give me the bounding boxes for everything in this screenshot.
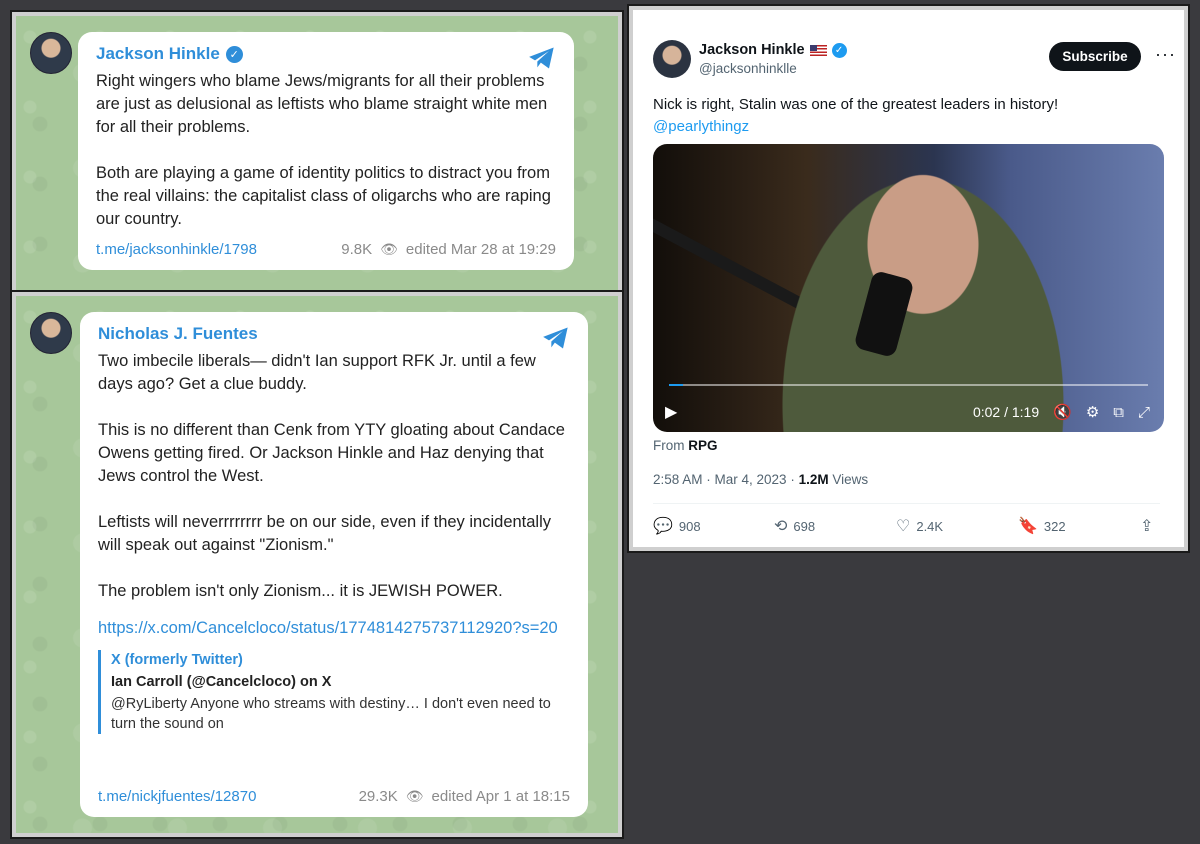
settings-icon[interactable]: ⚙ bbox=[1086, 403, 1099, 421]
video-player[interactable]: ▶ 0:02 / 1:19 🔇 ⚙ ⧉ ⤢ bbox=[653, 144, 1164, 432]
status-url[interactable]: https://x.com/Cancelcloco/status/1774814… bbox=[98, 617, 570, 640]
views-label: Views bbox=[828, 472, 869, 487]
play-icon[interactable]: ▶ bbox=[665, 402, 677, 422]
divider bbox=[653, 503, 1160, 504]
pip-icon[interactable]: ⧉ bbox=[1113, 404, 1124, 421]
repost-button[interactable]: ⟲ 698 bbox=[774, 516, 896, 536]
tweet-meta: 2:58 AM · Mar 4, 2023 · 1.2M Views bbox=[653, 472, 868, 487]
bookmark-button[interactable]: 🔖 322 bbox=[1018, 516, 1140, 536]
eye-icon: 👁 bbox=[405, 788, 424, 804]
verified-icon: ✓ bbox=[225, 45, 243, 63]
telegram-icon bbox=[529, 47, 554, 69]
avatar[interactable] bbox=[30, 312, 72, 354]
preview-title: Ian Carroll (@Cancelcloco) on X bbox=[111, 674, 332, 690]
from-source[interactable]: RPG bbox=[688, 438, 717, 453]
bookmark-icon: 🔖 bbox=[1018, 518, 1038, 535]
fullscreen-icon[interactable]: ⤢ bbox=[1138, 404, 1150, 421]
reply-button[interactable]: 💬 908 bbox=[653, 516, 774, 536]
author-handle[interactable]: @jacksonhinklle bbox=[699, 61, 797, 76]
message-link[interactable]: t.me/nickjfuentes/12870 bbox=[98, 788, 256, 805]
x-post-panel: Jackson Hinkle ✓ @jacksonhinklle Subscri… bbox=[627, 4, 1190, 553]
mute-icon[interactable]: 🔇 bbox=[1053, 403, 1072, 421]
message-footer: t.me/nickjfuentes/12870 29.3K 👁 edited A… bbox=[98, 788, 570, 805]
message-bubble: Nicholas J. Fuentes Two imbecile liberal… bbox=[80, 312, 588, 817]
author-name-label[interactable]: Jackson Hinkle bbox=[699, 42, 805, 58]
video-controls: ▶ 0:02 / 1:19 🔇 ⚙ ⧉ ⤢ bbox=[665, 402, 1150, 422]
video-progress-bar[interactable] bbox=[669, 384, 1148, 386]
author-name[interactable]: Jackson Hinkle ✓ bbox=[96, 44, 556, 64]
message-text: Two imbecile liberals— didn't Ian suppor… bbox=[98, 352, 565, 600]
reply-count: 908 bbox=[678, 518, 701, 534]
link-preview[interactable]: X (formerly Twitter) Ian Carroll (@Cance… bbox=[98, 650, 570, 734]
eye-icon: 👁 bbox=[380, 241, 398, 257]
repost-icon: ⟲ bbox=[774, 518, 788, 535]
from-label: From bbox=[653, 438, 685, 453]
view-count: 9.8K bbox=[341, 241, 373, 258]
view-count: 29.3K bbox=[358, 788, 398, 805]
edited-time: edited Mar 28 at 19:29 bbox=[405, 241, 556, 258]
tweet-body: Nick is right, Stalin was one of the gre… bbox=[653, 96, 1059, 113]
reply-icon: 💬 bbox=[653, 518, 673, 535]
verified-icon: ✓ bbox=[831, 42, 847, 58]
telegram-post-panel-2: Nicholas J. Fuentes Two imbecile liberal… bbox=[10, 290, 624, 839]
us-flag-icon bbox=[809, 44, 827, 56]
avatar[interactable] bbox=[653, 40, 691, 78]
like-count: 2.4K bbox=[916, 518, 944, 534]
video-frame-person bbox=[773, 164, 1073, 432]
video-progress-fill bbox=[669, 384, 684, 386]
tweet-text: Nick is right, Stalin was one of the gre… bbox=[653, 94, 1173, 138]
telegram-icon bbox=[543, 327, 568, 349]
bookmark-count: 322 bbox=[1043, 518, 1066, 534]
edited-time: edited Apr 1 at 18:15 bbox=[431, 788, 570, 805]
message-meta: 29.3K 👁 edited Apr 1 at 18:15 bbox=[359, 788, 570, 805]
message-link[interactable]: t.me/jacksonhinkle/1798 bbox=[96, 241, 257, 258]
share-button[interactable]: ⇪ bbox=[1140, 516, 1153, 536]
like-button[interactable]: ♡ 2.4K bbox=[896, 516, 1018, 536]
repost-count: 698 bbox=[793, 518, 816, 534]
author-name-label[interactable]: Jackson Hinkle bbox=[96, 44, 220, 64]
views-count: 1.2M bbox=[798, 472, 829, 487]
mention-link[interactable]: @pearlythingz bbox=[653, 116, 1173, 138]
timestamp[interactable]: 2:58 AM · Mar 4, 2023 · bbox=[653, 472, 799, 487]
message-meta: 9.8K 👁 edited Mar 28 at 19:29 bbox=[341, 241, 556, 258]
author-name[interactable]: Jackson Hinkle ✓ bbox=[699, 42, 847, 58]
tweet-actions: 💬 908 ⟲ 698 ♡ 2.4K 🔖 322 ⇪ bbox=[653, 516, 1163, 536]
heart-icon: ♡ bbox=[896, 518, 911, 535]
video-time: 0:02 / 1:19 bbox=[972, 404, 1040, 420]
more-options-icon[interactable]: ··· bbox=[1155, 44, 1176, 65]
message-footer: t.me/jacksonhinkle/1798 9.8K 👁 edited Ma… bbox=[96, 241, 556, 258]
message-bubble: Jackson Hinkle ✓ Right wingers who blame… bbox=[78, 32, 574, 270]
message-text: Right wingers who blame Jews/migrants fo… bbox=[96, 72, 551, 228]
preview-source: X (formerly Twitter) bbox=[111, 652, 243, 668]
telegram-post-panel-1: Jackson Hinkle ✓ Right wingers who blame… bbox=[10, 10, 624, 296]
avatar[interactable] bbox=[30, 32, 72, 74]
share-icon: ⇪ bbox=[1140, 518, 1154, 535]
video-source: From RPG bbox=[653, 438, 718, 453]
preview-body: @RyLiberty Anyone who streams with desti… bbox=[111, 696, 551, 732]
author-name[interactable]: Nicholas J. Fuentes bbox=[98, 324, 570, 344]
subscribe-button[interactable]: Subscribe bbox=[1049, 42, 1141, 71]
